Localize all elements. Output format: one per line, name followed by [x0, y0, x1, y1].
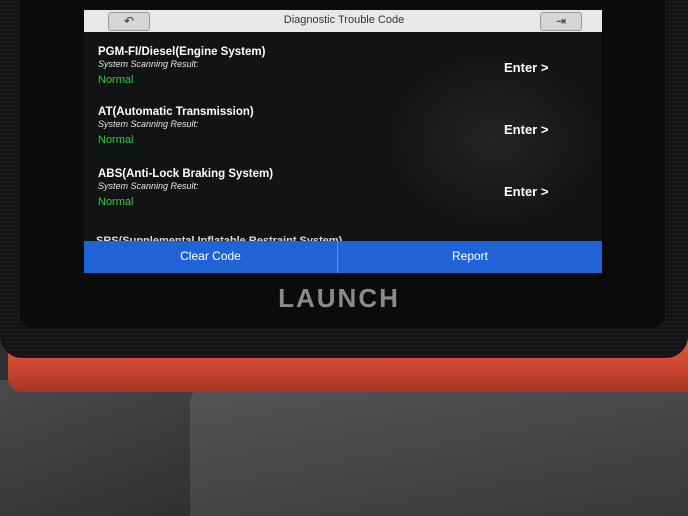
system-name: PGM-FI/Diesel(Engine System)	[98, 46, 266, 58]
enter-button[interactable]: Enter >	[504, 184, 548, 199]
enter-button[interactable]: Enter >	[504, 60, 548, 75]
enter-button[interactable]: Enter >	[504, 122, 548, 137]
car-seat	[190, 385, 688, 516]
brand-logo: LAUNCH	[278, 283, 400, 313]
back-button[interactable]: ↶	[108, 12, 150, 31]
title-bar: ↶ Diagnostic Trouble Code ⇥	[84, 10, 602, 32]
exit-icon: ⇥	[555, 14, 567, 28]
system-name: ABS(Anti-Lock Braking System)	[98, 168, 274, 180]
car-seat	[0, 380, 200, 516]
status-badge: Normal	[98, 74, 134, 86]
exit-button[interactable]: ⇥	[540, 12, 582, 31]
footer-bar: Clear Code Report	[84, 241, 602, 273]
system-name: AT(Automatic Transmission)	[98, 106, 254, 118]
back-arrow-icon: ↶	[123, 14, 135, 28]
clear-code-button[interactable]: Clear Code	[84, 241, 338, 273]
device-screen: ↶ Diagnostic Trouble Code ⇥ PGM-FI/Diese…	[84, 10, 602, 273]
photo-scene: ↶ Diagnostic Trouble Code ⇥ PGM-FI/Diese…	[0, 0, 688, 516]
report-button[interactable]: Report	[338, 241, 602, 273]
page-title: Diagnostic Trouble Code	[283, 14, 405, 26]
